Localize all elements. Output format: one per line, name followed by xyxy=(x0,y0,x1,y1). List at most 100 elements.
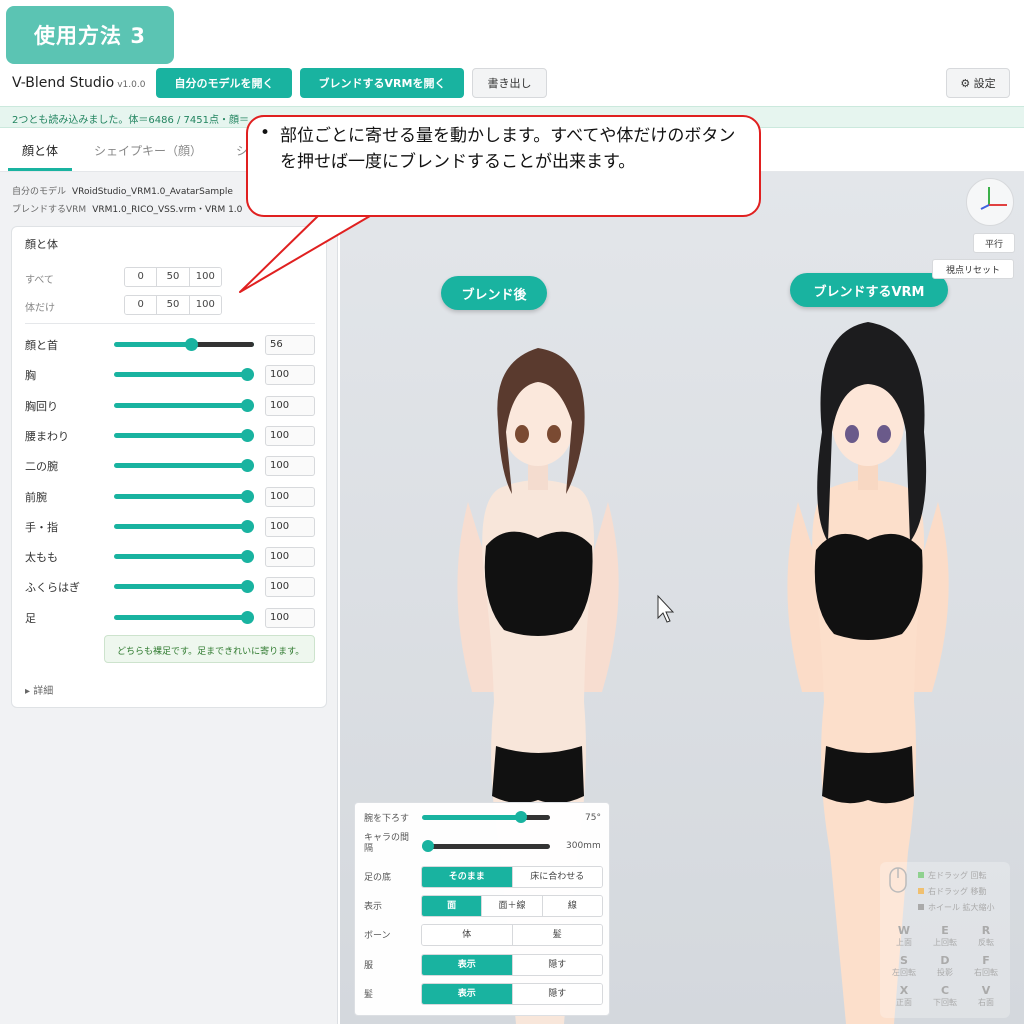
axis-gizmo-icon xyxy=(980,187,1007,210)
reset-view-button[interactable]: 視点リセット xyxy=(932,259,1014,279)
part-slider[interactable] xyxy=(114,519,254,533)
key-hint-action: 上回転 xyxy=(933,938,957,947)
callout-text: 部位ごとに寄せる量を動かします。すべてや体だけのボタンを押せば一度にブレンドする… xyxy=(280,126,736,172)
export-button[interactable]: 書き出し xyxy=(472,68,547,98)
key-hint-key: R xyxy=(981,924,991,937)
key-hint-key: S xyxy=(900,954,908,967)
feet-base-label: 足の底 xyxy=(364,873,392,883)
part-value-input[interactable]: 100 xyxy=(265,547,315,568)
part-slider[interactable] xyxy=(114,338,254,351)
part-slider[interactable] xyxy=(114,580,254,594)
part-value-input[interactable]: 100 xyxy=(265,607,315,628)
key-hint: W 上面 xyxy=(884,924,924,948)
slider-knob[interactable] xyxy=(241,550,254,564)
slider-knob[interactable] xyxy=(514,811,527,823)
all-preset-0[interactable]: 0 xyxy=(125,268,158,286)
display-mode-toggle: 面 面＋線 線 xyxy=(421,895,603,917)
own-model-info: 自分のモデル VRoidStudio_VRM1.0_AvatarSample xyxy=(12,187,233,197)
tab-face-body[interactable]: 顔と体 xyxy=(22,142,58,159)
hint-left-drag: 左ドラッグ 回転 xyxy=(918,870,987,881)
open-own-model-button[interactable]: 自分のモデルを開く xyxy=(156,68,292,98)
clothes-label: 服 xyxy=(364,961,374,971)
body-preset-50[interactable]: 50 xyxy=(157,296,190,314)
key-hint-action: 右面 xyxy=(978,998,994,1007)
part-value-input[interactable]: 56 xyxy=(265,335,315,355)
part-slider[interactable] xyxy=(114,368,254,382)
parallel-projection-button[interactable]: 平行 xyxy=(973,233,1015,253)
character-gap-slider[interactable] xyxy=(422,840,550,852)
app-version: v1.0.0 xyxy=(117,80,146,90)
tab-shape-keys-face[interactable]: シェイプキー（顔） xyxy=(94,142,202,159)
bone-hair-option[interactable]: 髪 xyxy=(512,925,602,945)
body-preset-0[interactable]: 0 xyxy=(125,296,158,314)
instruction-callout: • 部位ごとに寄せる量を動かします。すべてや体だけのボタンを押せば一度にブレンド… xyxy=(246,115,761,217)
hair-hide-option[interactable]: 隠す xyxy=(512,984,602,1004)
feet-as-is-option[interactable]: そのまま xyxy=(422,867,513,887)
slider-knob[interactable] xyxy=(241,580,254,594)
clothes-toggle: 表示 隠す xyxy=(421,954,603,976)
part-label: 太もも xyxy=(25,551,58,565)
part-value-input[interactable]: 100 xyxy=(265,516,315,537)
slider-knob[interactable] xyxy=(185,338,199,351)
key-hint: C 下回転 xyxy=(925,984,965,1008)
slider-knob[interactable] xyxy=(241,428,254,442)
display-line-option[interactable]: 線 xyxy=(542,896,602,916)
all-preset-50[interactable]: 50 xyxy=(157,268,190,286)
bone-body-option[interactable]: 体 xyxy=(422,925,513,945)
divider xyxy=(25,323,315,324)
arm-down-slider[interactable] xyxy=(422,811,550,823)
mouse-cursor-icon xyxy=(657,594,675,623)
key-hint-action: 反転 xyxy=(978,938,994,947)
key-hint: D 投影 xyxy=(925,954,965,978)
key-hint-key: F xyxy=(982,954,990,967)
display-face-option[interactable]: 面 xyxy=(422,896,483,916)
slider-knob[interactable] xyxy=(241,489,254,503)
part-slider[interactable] xyxy=(114,459,254,473)
settings-button[interactable]: ⚙ 設定 xyxy=(946,68,1010,98)
details-toggle[interactable]: ▸ 詳細 xyxy=(25,682,53,697)
part-value-input[interactable]: 100 xyxy=(265,365,315,386)
scene-controls-panel: 腕を下ろす 75° キャラの間隔 300mm 足の底 そのまま 床に合わせる 表… xyxy=(354,802,610,1016)
app-name: V-Blend Studio v1.0.0 xyxy=(12,75,146,91)
key-hint-action: 左回転 xyxy=(892,968,916,977)
slider-knob[interactable] xyxy=(241,610,254,624)
part-slider[interactable] xyxy=(114,610,254,624)
part-value-input[interactable]: 100 xyxy=(265,486,315,507)
clothes-show-option[interactable]: 表示 xyxy=(422,955,513,975)
key-hint-action: 下回転 xyxy=(933,998,957,1007)
blend-vrm-label: ブレンドするVRM xyxy=(790,273,948,307)
all-label: すべて xyxy=(25,275,54,286)
bone-label: ボーン xyxy=(364,931,391,941)
blended-model-label: ブレンド後 xyxy=(441,276,547,310)
part-value-input[interactable]: 100 xyxy=(265,456,315,477)
feet-align-floor-option[interactable]: 床に合わせる xyxy=(512,867,602,887)
part-value-input[interactable]: 100 xyxy=(265,577,315,598)
body-preset-100[interactable]: 100 xyxy=(189,296,221,314)
slider-knob[interactable] xyxy=(241,368,254,382)
key-hint-key: E xyxy=(941,924,949,937)
part-value-input[interactable]: 100 xyxy=(265,425,315,446)
part-label: 胸回り xyxy=(25,399,58,413)
3d-viewport[interactable]: ブレンド後 ブレンドするVRM 平行 視点リセット 腕を下ろす 75° キャラの… xyxy=(340,172,1024,1024)
tab-active-indicator xyxy=(8,168,72,171)
display-face-line-option[interactable]: 面＋線 xyxy=(482,896,543,916)
clothes-hide-option[interactable]: 隠す xyxy=(512,955,602,975)
hair-toggle: 表示 隠す xyxy=(421,983,603,1005)
hint-right-drag: 右ドラッグ 移動 xyxy=(918,886,987,897)
slider-knob[interactable] xyxy=(241,398,254,412)
slider-knob[interactable] xyxy=(241,519,254,533)
part-slider[interactable] xyxy=(114,550,254,564)
open-blend-vrm-button[interactable]: ブレンドするVRMを開く xyxy=(300,68,464,98)
slider-knob[interactable] xyxy=(422,840,434,852)
part-value-input[interactable]: 100 xyxy=(265,395,315,416)
character-gap-value: 300mm xyxy=(566,841,601,851)
part-slider[interactable] xyxy=(114,489,254,503)
axis-gizmo[interactable] xyxy=(966,178,1014,226)
hair-show-option[interactable]: 表示 xyxy=(422,984,513,1004)
slider-knob[interactable] xyxy=(241,459,254,473)
part-slider[interactable] xyxy=(114,428,254,442)
part-slider[interactable] xyxy=(114,398,254,412)
slider-track-remaining xyxy=(191,342,254,347)
all-preset-100[interactable]: 100 xyxy=(189,268,221,286)
key-hint: V 右面 xyxy=(966,984,1006,1008)
